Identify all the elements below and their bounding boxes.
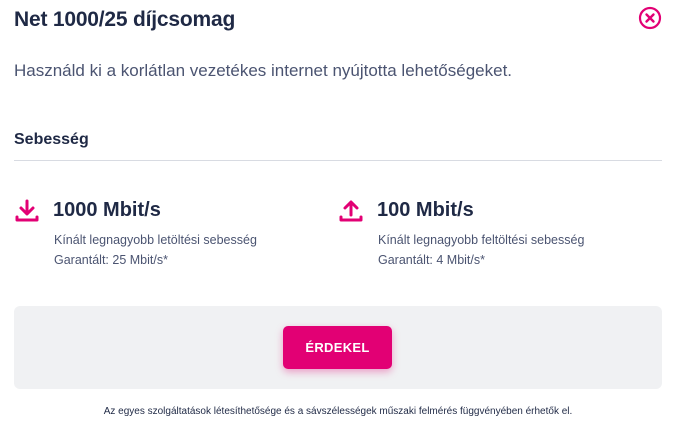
speed-section-title: Sebesség	[14, 131, 89, 148]
dialog-subtitle: Használd ki a korlátlan vezetékes intern…	[14, 61, 513, 80]
dialog-title: Net 1000/25 díjcsomag	[14, 8, 236, 31]
close-icon[interactable]	[638, 6, 662, 30]
package-dialog: Net 1000/25 díjcsomag Használd ki a korl…	[0, 0, 676, 435]
section-divider	[14, 160, 662, 161]
download-guaranteed-speed: Garantált: 25 Mbit/s*	[54, 253, 168, 267]
disclaimer-footnote: Az egyes szolgáltatások létesíthetősége …	[103, 406, 573, 417]
download-speed-value: 1000 Mbit/s	[53, 199, 161, 221]
upload-icon	[338, 198, 364, 224]
upload-speed-description: Kínált legnagyobb feltöltési sebesség	[378, 233, 585, 247]
upload-speed-value: 100 Mbit/s	[377, 199, 474, 221]
action-panel: ÉRDEKEL	[14, 306, 662, 389]
upload-guaranteed-speed: Garantált: 4 Mbit/s*	[378, 253, 485, 267]
download-icon	[14, 198, 40, 224]
interested-button[interactable]: ÉRDEKEL	[283, 326, 392, 369]
download-speed-description: Kínált legnagyobb letöltési sebesség	[54, 233, 257, 247]
